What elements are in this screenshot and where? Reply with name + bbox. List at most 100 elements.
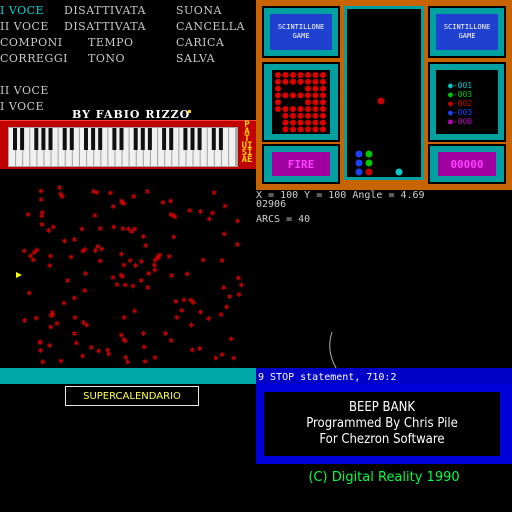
next-piece-cell (297, 119, 304, 126)
mine-icon: ✱ (89, 343, 95, 353)
menu-voice1-state[interactable]: DISATTIVATA (64, 4, 146, 17)
menu-compose[interactable]: COMPONI (0, 36, 63, 49)
piano-white-key[interactable] (229, 128, 236, 166)
mine-icon: ✱ (219, 256, 225, 266)
mine-icon: ✱ (223, 201, 229, 211)
piano-black-key[interactable] (133, 128, 138, 150)
piano-black-key[interactable] (119, 128, 124, 150)
piano-black-key[interactable] (162, 128, 167, 150)
mine-icon: ✱ (185, 270, 191, 280)
next-piece-cell (282, 119, 289, 126)
menu-voice2[interactable]: II VOCE (0, 20, 49, 33)
piano-keys[interactable] (0, 121, 256, 169)
stat-value: -001 (452, 81, 473, 90)
piano-black-key[interactable] (218, 128, 223, 150)
piano-black-key[interactable] (41, 128, 46, 150)
mine-icon: ✱ (40, 357, 46, 367)
menu-delete[interactable]: CANCELLA (176, 20, 245, 33)
piano-black-key[interactable] (69, 128, 74, 150)
piano-black-key[interactable] (62, 128, 67, 150)
menu-voice2-state[interactable]: DISATTIVATA (64, 20, 146, 33)
mine-icon: ✱ (179, 306, 185, 316)
mine-icon: ✱ (119, 270, 125, 280)
piano-black-key[interactable] (91, 128, 96, 150)
mine-icon: ✱ (65, 276, 71, 286)
piano-black-key[interactable] (211, 128, 216, 150)
mine-icon: ✱ (145, 187, 151, 197)
mine-icon: ✱ (201, 256, 207, 266)
mine-icon: ✱ (219, 310, 225, 320)
well-block (365, 150, 373, 158)
stat-value: -000 (452, 117, 473, 126)
piano-keyboard[interactable] (0, 120, 256, 169)
piano-black-key[interactable] (112, 128, 117, 150)
menu-play[interactable]: SUONA (176, 4, 222, 17)
next-piece-cell (290, 78, 296, 85)
next-piece-cell (320, 99, 326, 106)
next-piece-cell (297, 112, 304, 119)
player-ship-icon[interactable] (16, 272, 22, 278)
supercalendario-button[interactable]: SUPERCALENDARIO (65, 386, 199, 406)
stat-row: ●-002 (448, 100, 472, 108)
piano-black-key[interactable] (13, 128, 17, 150)
piano-black-key[interactable] (48, 128, 53, 150)
mine-icon: ✱ (39, 220, 45, 230)
next-piece-cell (305, 126, 311, 133)
mine-icon: ✱ (51, 222, 57, 232)
menu-load[interactable]: CARICA (176, 36, 224, 49)
mine-icon: ✱ (236, 290, 242, 300)
mine-icon: ✱ (94, 188, 100, 198)
next-piece-cell (305, 78, 311, 85)
mine-icon: ✱ (81, 318, 87, 328)
mine-icon: ✱ (152, 266, 158, 276)
score-frame: 00000 (428, 144, 506, 184)
piano-black-key[interactable] (190, 128, 195, 150)
mine-icon: ✱ (229, 334, 235, 344)
next-piece-cell (320, 85, 326, 92)
mine-icon: ✱ (167, 252, 173, 262)
piano-black-key[interactable] (169, 128, 174, 150)
menu-voice1[interactable]: I VOCE (0, 4, 44, 17)
mine-icon: ✱ (83, 269, 89, 279)
piano-white-key[interactable] (101, 128, 108, 166)
next-piece-cell (320, 78, 326, 85)
menu-save[interactable]: SALVA (176, 52, 215, 65)
next-piece (272, 70, 330, 134)
next-piece-cell (312, 99, 319, 106)
menu-tone[interactable]: TONO (88, 52, 125, 65)
mine-icon: ✱ (131, 192, 137, 202)
piano-black-key[interactable] (147, 128, 152, 150)
mine-icon: ✱ (141, 232, 147, 242)
mine-icon: ✱ (129, 227, 135, 237)
fire-button[interactable]: FIRE (272, 152, 330, 176)
next-piece-cell (305, 106, 311, 112)
mine-icon: ✱ (79, 225, 85, 235)
piano-black-key[interactable] (197, 128, 202, 150)
menu-edit[interactable]: CORREGGI (0, 52, 68, 65)
mine-icon: ✱ (145, 283, 151, 293)
menu-tempo[interactable]: TEMPO (88, 36, 134, 49)
mine-icon: ✱ (198, 308, 204, 318)
mine-icon: ✱ (119, 249, 125, 259)
mine-icon: ✱ (105, 345, 111, 355)
mine-icon: ✱ (72, 329, 78, 339)
piano-black-key[interactable] (183, 128, 188, 150)
piano-black-key[interactable] (34, 128, 39, 150)
fire-button-frame: FIRE (262, 144, 340, 184)
piano-black-key[interactable] (98, 128, 103, 150)
piano-black-key[interactable] (140, 128, 145, 150)
next-piece-cell (275, 78, 281, 85)
mine-icon: ✱ (96, 347, 102, 357)
piano-black-key[interactable] (84, 128, 88, 150)
next-piece-cell (312, 85, 319, 92)
piano-black-key[interactable] (20, 128, 25, 150)
next-piece-cell (282, 126, 289, 133)
mine-icon: ✱ (188, 296, 194, 306)
next-piece-cell (275, 85, 281, 92)
mine-icon: ✱ (235, 240, 241, 250)
mine-icon: ✱ (50, 308, 56, 318)
next-piece-cell (290, 106, 296, 112)
mine-icon: ✱ (98, 224, 104, 234)
next-piece-frame (262, 62, 340, 142)
mine-icon: ✱ (187, 206, 193, 216)
